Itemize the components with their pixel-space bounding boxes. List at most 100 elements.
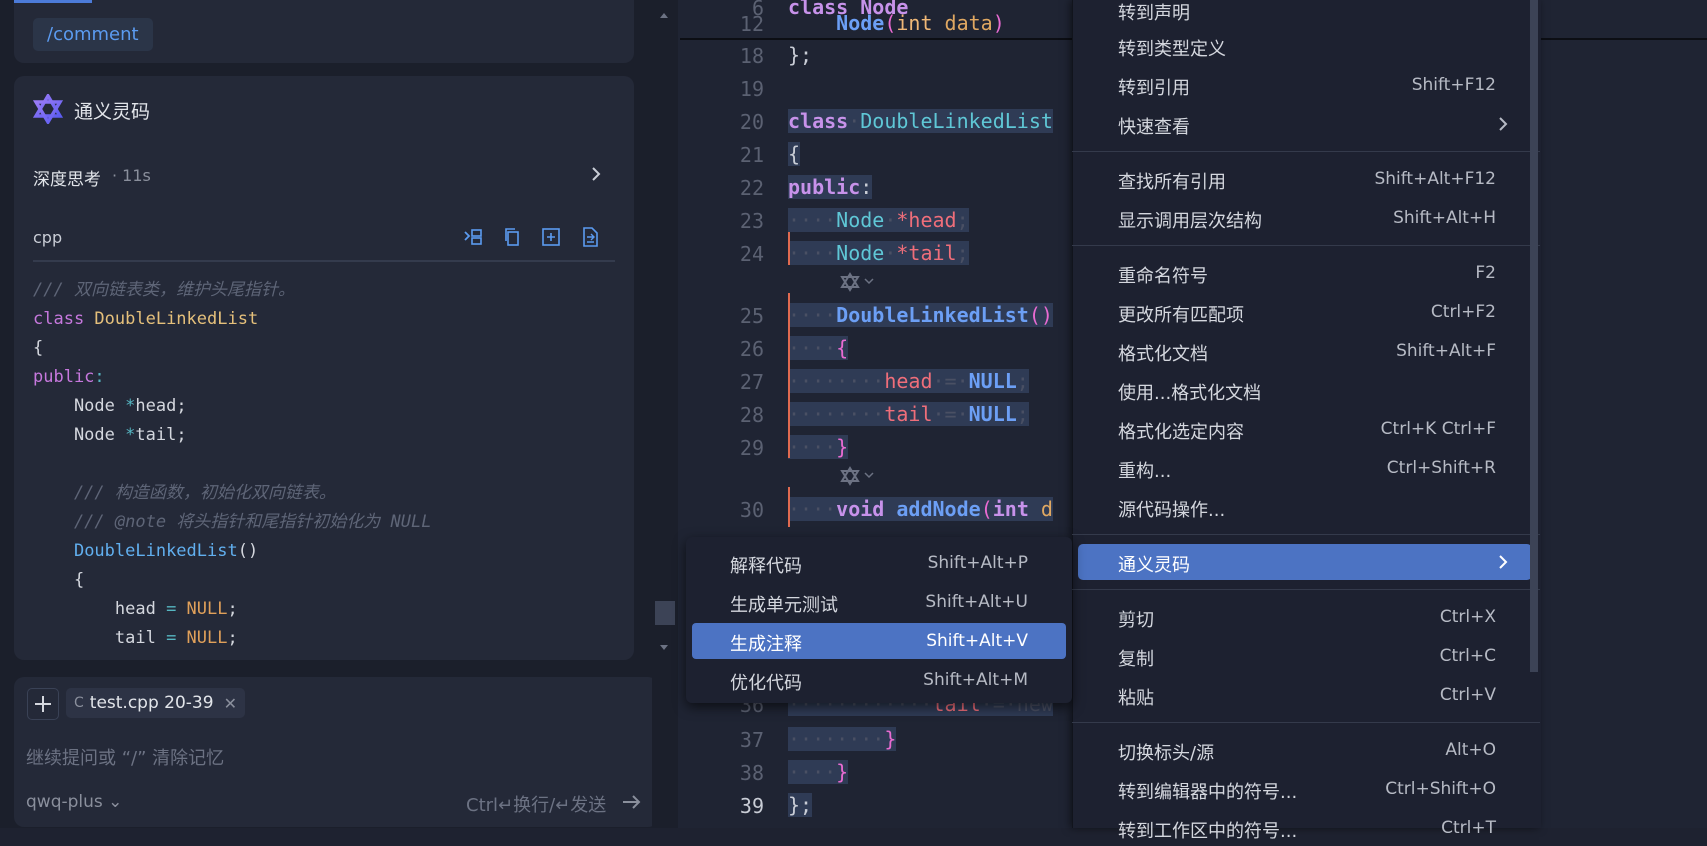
code-token: }; [788, 43, 813, 67]
selection-highlight: ····void addNode(int d [788, 497, 1053, 521]
menu-item-label: 复制 [1118, 649, 1154, 670]
menu-separator [1072, 589, 1540, 590]
deep-thinking-label[interactable]: 深度思考 [33, 165, 101, 190]
menu-item-shortcut: Shift+Alt+F [1396, 341, 1496, 361]
code-token: *head [896, 208, 957, 232]
new-file-icon[interactable] [540, 226, 562, 248]
menu-item-shortcut: Ctrl+K Ctrl+F [1380, 419, 1496, 439]
code-line: tail = NULL; [33, 624, 431, 653]
context-file-chip[interactable]: C test.cpp 20-39 ✕ [66, 688, 245, 718]
context-menu-item[interactable]: 转到引用 Shift+F12 [1078, 67, 1532, 103]
context-menu-item[interactable]: 格式化文档 Shift+Alt+F [1078, 333, 1532, 369]
context-menu-item[interactable]: 使用...格式化文档 [1078, 372, 1532, 408]
code-line: head = NULL; [33, 595, 431, 624]
line-number: 26 [739, 337, 764, 361]
context-menu-item[interactable]: 剪切 Ctrl+X [1078, 599, 1532, 635]
code-token: ; [956, 208, 969, 232]
insert-code-icon[interactable] [462, 226, 484, 248]
context-menu-item[interactable]: 转到声明 [1078, 0, 1532, 28]
context-menu-item[interactable]: 格式化选定内容 Ctrl+K Ctrl+F [1078, 411, 1532, 447]
thinking-duration: · 11s [112, 166, 151, 185]
code-token: public [33, 367, 95, 387]
code-token: DoubleLinkedList [94, 309, 259, 329]
context-menu-item[interactable]: 转到编辑器中的符号... Ctrl+Shift+O [1078, 771, 1532, 807]
line-number: 18 [739, 44, 764, 68]
code-token: tail; [135, 425, 187, 445]
code-line: /// @note 将头指针和尾指针初始化为 NULL [33, 508, 432, 537]
context-menu-item[interactable]: 源代码操作... [1078, 489, 1532, 525]
code-token: DoubleLinkedList [860, 109, 1053, 133]
code-line: { [33, 334, 431, 363]
menu-item-label: 查找所有引用 [1118, 172, 1226, 193]
code-token: : [94, 367, 105, 387]
code-line: Node *tail; [33, 421, 431, 450]
line-number: 19 [739, 77, 764, 101]
context-menu-item[interactable]: 复制 Ctrl+C [1078, 638, 1532, 674]
code-token: { [33, 570, 85, 590]
context-menu-item[interactable]: 粘贴 Ctrl+V [1078, 677, 1532, 713]
context-menu-item[interactable]: 通义灵码 [1078, 544, 1532, 580]
chevron-down-icon: ⌄ [108, 792, 123, 812]
code-token: NULL [176, 628, 228, 648]
scroll-down-icon[interactable] [657, 643, 671, 653]
code-token: } [884, 727, 897, 751]
remove-chip-icon[interactable]: ✕ [224, 694, 237, 713]
copy-icon[interactable] [501, 226, 523, 248]
selection-highlight: Node(int data) [788, 11, 1005, 35]
code-lens-tongyi-icon[interactable] [840, 466, 880, 486]
cpp-file-icon: C [74, 695, 84, 711]
code-token: class [788, 109, 849, 133]
submenu-item[interactable]: 生成注释 Shift+Alt+V [692, 623, 1066, 659]
code-token: ········ [788, 727, 885, 751]
context-menu-item[interactable]: 重命名符号 F2 [1078, 255, 1532, 291]
context-menu-item[interactable]: 转到工作区中的符号... Ctrl+T [1078, 810, 1532, 846]
context-menu-item[interactable]: 转到类型定义 [1078, 28, 1532, 64]
context-menu-item[interactable]: 重构... Ctrl+Shift+R [1078, 450, 1532, 486]
editor-line: ····Node·*head; [788, 205, 969, 235]
code-token: Node [33, 425, 126, 445]
code-token: head [33, 599, 167, 619]
editor-line: }; [788, 790, 813, 820]
code-line: class DoubleLinkedList [33, 305, 431, 334]
code-token: * [125, 425, 136, 445]
menu-separator [1072, 722, 1540, 723]
code-token: tail [884, 402, 933, 426]
code-token: ; [1016, 369, 1029, 393]
line-number: 39 [739, 794, 764, 818]
code-token: · [884, 241, 897, 265]
change-marker [788, 232, 790, 265]
code-token: ) [992, 11, 1005, 35]
menu-item-label: 转到类型定义 [1118, 39, 1226, 60]
scroll-up-icon[interactable] [657, 10, 671, 20]
submenu-item[interactable]: 生成单元测试 Shift+Alt+U [692, 584, 1066, 620]
code-token: { [788, 142, 801, 166]
code-token: ; [227, 599, 238, 619]
chat-scrollbar-thumb[interactable] [655, 601, 675, 625]
chat-input[interactable]: 继续提问或 “/” 清除记忆 [26, 744, 224, 770]
slash-command-chip[interactable]: /comment [33, 18, 153, 51]
menu-item-shortcut: Shift+F12 [1411, 75, 1496, 95]
context-menu-item[interactable]: 查找所有引用 Shift+Alt+F12 [1078, 161, 1532, 197]
submenu-item-shortcut: Shift+Alt+M [923, 670, 1028, 690]
menu-item-label: 重构... [1118, 461, 1172, 482]
add-context-button[interactable] [27, 688, 59, 720]
model-selector[interactable]: qwq-plus ⌄ [26, 792, 122, 812]
submenu-item[interactable]: 优化代码 Shift+Alt+M [692, 662, 1066, 698]
menu-item-shortcut: Ctrl+F2 [1430, 302, 1496, 322]
chevron-right-icon[interactable] [586, 164, 606, 184]
submenu-item[interactable]: 解释代码 Shift+Alt+P [692, 545, 1066, 581]
code-token: int [992, 497, 1029, 521]
context-menu-item[interactable]: 更改所有匹配项 Ctrl+F2 [1078, 294, 1532, 330]
send-arrow-icon[interactable] [620, 791, 642, 813]
context-menu-scrollbar[interactable] [1530, 0, 1538, 672]
line-number: 30 [739, 498, 764, 522]
code-line: { [33, 566, 431, 595]
apply-file-icon[interactable] [579, 226, 601, 248]
code-token: ···· [788, 303, 837, 327]
context-menu-item[interactable]: 快速查看 [1078, 106, 1532, 142]
context-menu-item[interactable]: 显示调用层次结构 Shift+Alt+H [1078, 200, 1532, 236]
code-lens-tongyi-icon[interactable] [840, 272, 880, 292]
submenu-item-label: 生成单元测试 [730, 595, 838, 616]
context-menu-item[interactable]: 切换标头/源 Alt+O [1078, 732, 1532, 768]
